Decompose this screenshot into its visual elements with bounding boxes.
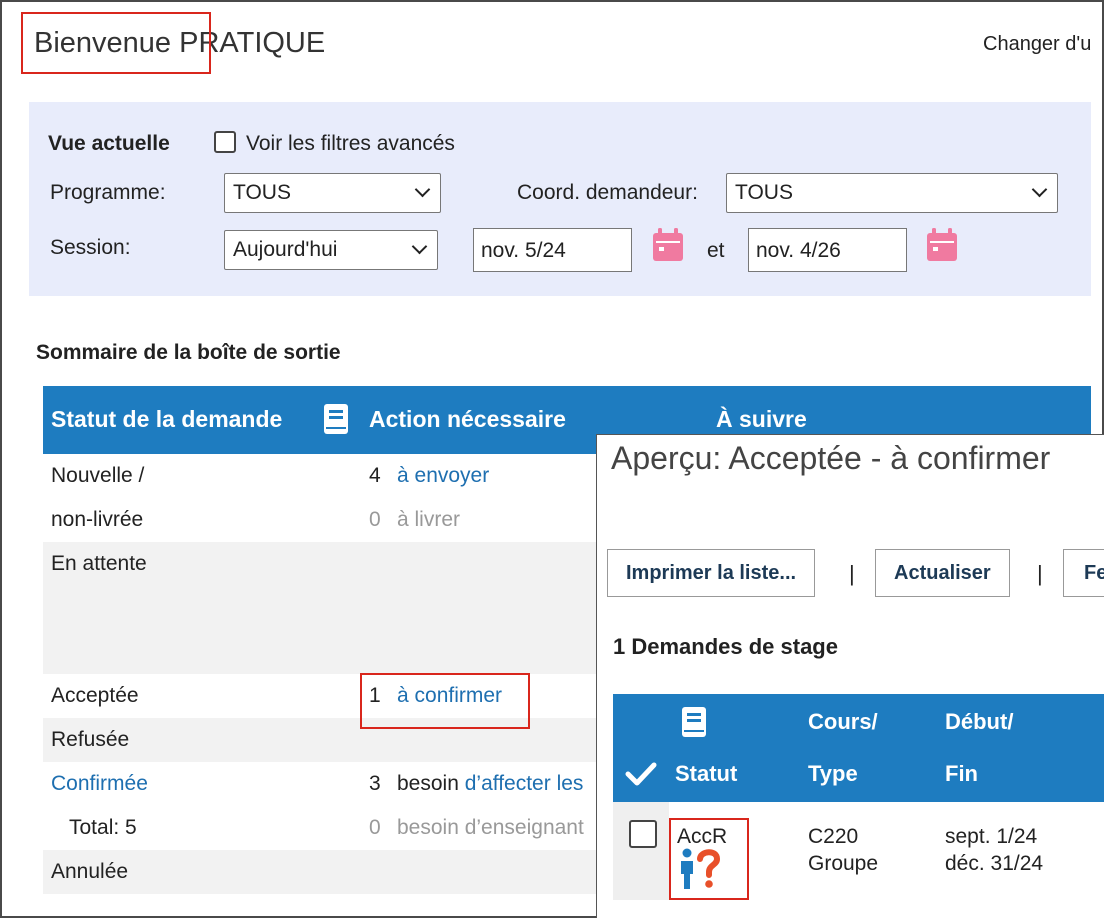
teacher-label: besoin d’enseignant: [397, 816, 584, 839]
advanced-filters-checkbox[interactable]: [214, 131, 236, 153]
request-count: 1 Demandes de stage: [613, 634, 838, 659]
column-status: Statut: [675, 761, 738, 786]
assign-count: 3: [369, 772, 381, 795]
and-label: et: [707, 239, 725, 262]
outbox-title: Sommaire de la boîte de sortie: [36, 341, 341, 364]
row-select-cell: [613, 802, 669, 900]
program-select-value: TOUS: [233, 181, 291, 204]
chevron-down-icon: [414, 181, 431, 198]
send-count: 4: [369, 464, 381, 487]
course-type: Groupe: [808, 852, 879, 875]
column-start: Début/: [945, 709, 1014, 734]
total-label: Total: 5: [69, 816, 137, 839]
column-type: Type: [808, 761, 858, 786]
column-status: Statut de la demande: [51, 406, 283, 432]
button-separator: |: [849, 561, 855, 586]
chevron-down-icon: [411, 238, 428, 255]
status-undelivered: non-livrée: [51, 508, 144, 531]
preview-title: Aperçu: Acceptée - à confirmer: [611, 440, 1051, 476]
session-select[interactable]: Aujourd'hui: [224, 230, 438, 270]
status-refused: Refusée: [51, 728, 130, 751]
deliver-label: à livrer: [397, 508, 461, 531]
chevron-down-icon: [1031, 181, 1048, 198]
book-icon[interactable]: [681, 706, 707, 738]
teacher-count: 0: [369, 816, 381, 839]
status-cancelled: Annulée: [51, 860, 129, 883]
assign-label: besoin d’affecter les: [397, 772, 583, 796]
deliver-count: 0: [369, 508, 381, 531]
column-end: Fin: [945, 761, 978, 786]
status-accepted: Acceptée: [51, 684, 139, 707]
change-user-link[interactable]: Changer d'u: [983, 33, 1091, 56]
date-from-input[interactable]: nov. 5/24: [473, 228, 632, 272]
program-select[interactable]: TOUS: [224, 173, 441, 213]
status-confirmed-link[interactable]: Confirmée: [51, 772, 148, 796]
highlight-confirm: [360, 673, 530, 729]
highlight-welcome: [21, 12, 211, 74]
column-follow: À suivre: [716, 406, 807, 432]
session-label: Session:: [50, 236, 131, 259]
refresh-button[interactable]: Actualiser: [875, 549, 1010, 597]
highlight-status: [669, 818, 749, 900]
date-to-input[interactable]: nov. 4/26: [748, 228, 907, 272]
send-link[interactable]: à envoyer: [397, 464, 489, 488]
checkmark-icon[interactable]: [625, 761, 657, 787]
column-course: Cours/: [808, 709, 878, 734]
start-date: sept. 1/24: [945, 825, 1038, 848]
print-list-button[interactable]: Imprimer la liste...: [607, 549, 816, 597]
program-label: Programme:: [50, 181, 166, 204]
status-new: Nouvelle /: [51, 464, 145, 487]
advanced-filters-label[interactable]: Voir les filtres avancés: [246, 132, 455, 156]
coordinator-select-value: TOUS: [735, 181, 793, 204]
current-view-label: Vue actuelle: [48, 132, 170, 155]
calendar-icon[interactable]: [652, 228, 684, 262]
course-code: C220: [808, 825, 859, 848]
coordinator-label: Coord. demandeur:: [517, 181, 698, 204]
book-icon[interactable]: [323, 403, 349, 435]
calendar-icon[interactable]: [926, 228, 958, 262]
session-select-value: Aujourd'hui: [233, 238, 338, 261]
coordinator-select[interactable]: TOUS: [726, 173, 1058, 213]
button-separator: |: [1037, 561, 1043, 586]
end-date: déc. 31/24: [945, 852, 1044, 875]
assign-prefix: besoin: [397, 772, 459, 795]
preview-panel: Aperçu: Acceptée - à confirmer Imprimer …: [596, 434, 1104, 918]
status-pending: En attente: [51, 552, 147, 575]
column-action: Action nécessaire: [369, 406, 566, 432]
row-checkbox[interactable]: [629, 820, 657, 848]
assign-link[interactable]: d’affecter les: [465, 772, 584, 795]
partial-button[interactable]: Fe: [1063, 549, 1104, 597]
